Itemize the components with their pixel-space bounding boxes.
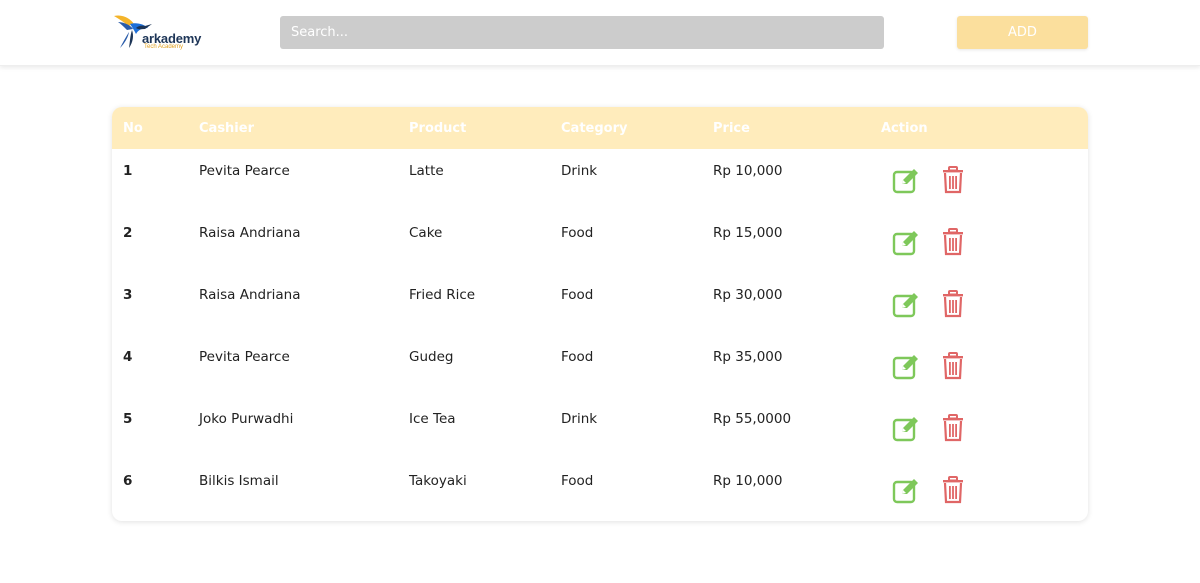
- cell-cashier: Pevita Pearce: [199, 349, 290, 365]
- cell-cashier: Bilkis Ismail: [199, 473, 279, 489]
- table-row: 1 Pevita Pearce Latte Drink Rp 10,000: [112, 149, 1088, 211]
- table-row: 4 Pevita Pearce Gudeg Food Rp 35,000: [112, 335, 1088, 397]
- cell-category: Food: [561, 287, 594, 303]
- cell-no: 4: [123, 349, 133, 365]
- cell-category: Food: [561, 225, 594, 241]
- trash-icon[interactable]: [941, 476, 969, 504]
- edit-icon[interactable]: [892, 290, 920, 318]
- add-button[interactable]: ADD: [957, 16, 1088, 49]
- cell-price: Rp 35,000: [713, 349, 783, 365]
- edit-icon[interactable]: [892, 352, 920, 380]
- column-header-category: Category: [561, 121, 628, 136]
- trash-icon[interactable]: [941, 414, 969, 442]
- table-row: 5 Joko Purwadhi Ice Tea Drink Rp 55,0000: [112, 397, 1088, 459]
- table-row: 2 Raisa Andriana Cake Food Rp 15,000: [112, 211, 1088, 273]
- cell-price: Rp 30,000: [713, 287, 783, 303]
- cell-product: Cake: [409, 225, 443, 241]
- cell-cashier: Raisa Andriana: [199, 287, 301, 303]
- cell-product: Gudeg: [409, 349, 454, 365]
- trash-icon[interactable]: [941, 352, 969, 380]
- edit-icon[interactable]: [892, 166, 920, 194]
- cell-product: Fried Rice: [409, 287, 476, 303]
- logo-subtitle: Tech Academy: [144, 44, 184, 50]
- cell-cashier: Joko Purwadhi: [199, 411, 294, 427]
- cell-price: Rp 10,000: [713, 163, 783, 179]
- cell-no: 1: [123, 163, 133, 179]
- cell-category: Food: [561, 473, 594, 489]
- trash-icon[interactable]: [941, 166, 969, 194]
- column-header-cashier: Cashier: [199, 121, 254, 136]
- cell-cashier: Pevita Pearce: [199, 163, 290, 179]
- column-header-action: Action: [881, 121, 928, 136]
- cell-category: Drink: [561, 411, 598, 427]
- edit-icon[interactable]: [892, 476, 920, 504]
- cell-product: Ice Tea: [409, 411, 456, 427]
- cell-cashier: Raisa Andriana: [199, 225, 301, 241]
- top-bar: arkademy Tech Academy ADD: [0, 0, 1200, 66]
- cell-product: Takoyaki: [409, 473, 467, 489]
- cell-product: Latte: [409, 163, 444, 179]
- table-header: No Cashier Product Category Price Action: [112, 107, 1088, 149]
- column-header-no: No: [123, 121, 143, 136]
- data-table: No Cashier Product Category Price Action…: [112, 107, 1088, 521]
- cell-no: 2: [123, 225, 133, 241]
- cell-category: Food: [561, 349, 594, 365]
- cell-price: Rp 15,000: [713, 225, 783, 241]
- edit-icon[interactable]: [892, 228, 920, 256]
- column-header-price: Price: [713, 121, 750, 136]
- column-header-product: Product: [409, 121, 467, 136]
- cell-no: 3: [123, 287, 133, 303]
- logo[interactable]: arkademy Tech Academy: [112, 10, 204, 54]
- trash-icon[interactable]: [941, 228, 969, 256]
- table-row: 3 Raisa Andriana Fried Rice Food Rp 30,0…: [112, 273, 1088, 335]
- search-input[interactable]: [280, 16, 884, 49]
- cell-price: Rp 10,000: [713, 473, 783, 489]
- table-row: 6 Bilkis Ismail Takoyaki Food Rp 10,000: [112, 459, 1088, 521]
- cell-category: Drink: [561, 163, 598, 179]
- edit-icon[interactable]: [892, 414, 920, 442]
- cell-no: 6: [123, 473, 133, 489]
- trash-icon[interactable]: [941, 290, 969, 318]
- cell-price: Rp 55,0000: [713, 411, 792, 427]
- cell-no: 5: [123, 411, 133, 427]
